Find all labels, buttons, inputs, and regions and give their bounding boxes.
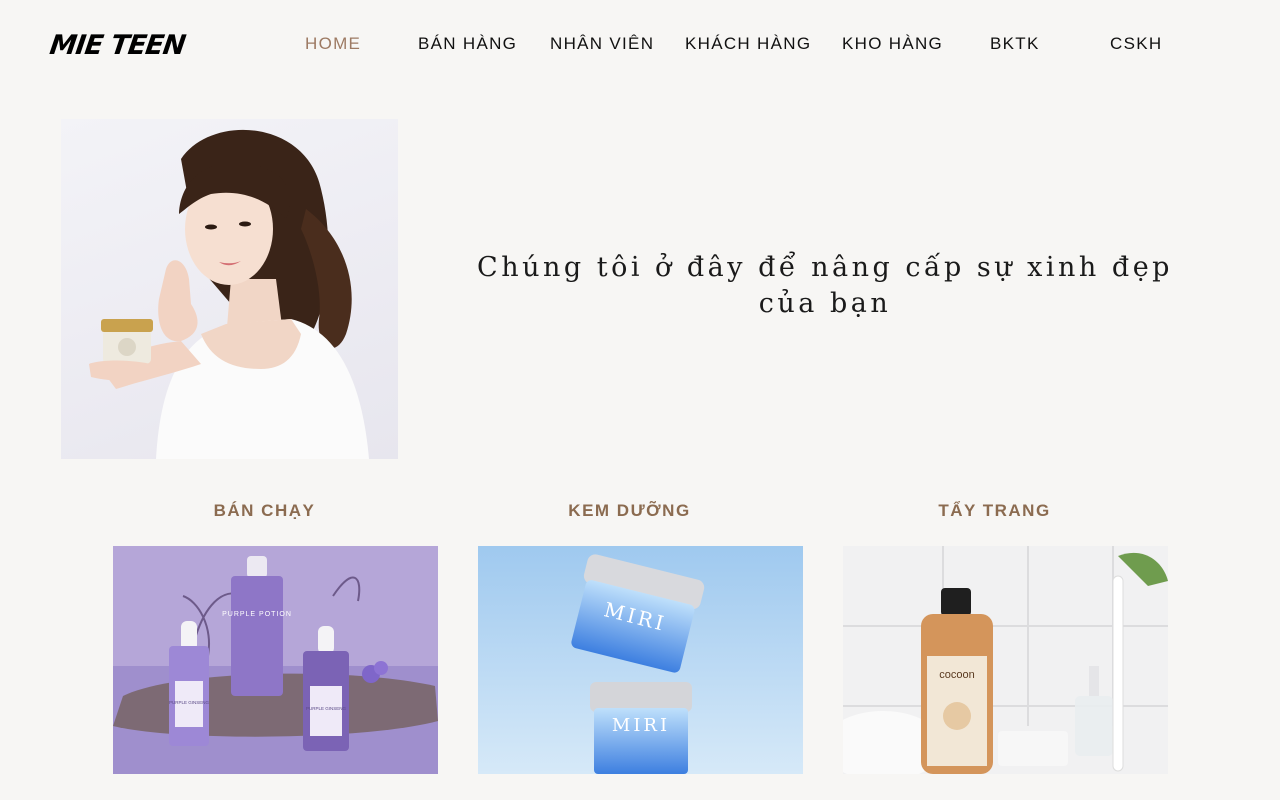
nav-kho-hang[interactable]: KHO HÀNG bbox=[842, 34, 943, 54]
category-image-kem-duong[interactable]: MIRI MIRI bbox=[478, 546, 803, 774]
nav-khach-hang[interactable]: KHÁCH HÀNG bbox=[685, 34, 811, 54]
category-title-tay-trang[interactable]: TẨY TRANG bbox=[832, 501, 1157, 521]
product-label-purple-ginseng-2: PURPLE GINSENG bbox=[306, 706, 347, 711]
nav-bktk[interactable]: BKTK bbox=[990, 34, 1040, 54]
hero-tagline-line1: Chúng tôi ở đây để nâng cấp sự xinh đẹp bbox=[477, 252, 1173, 283]
product-label-purple-potion: PURPLE POTION bbox=[222, 611, 292, 618]
category-title-kem-duong[interactable]: KEM DƯỠNG bbox=[467, 501, 792, 521]
nav-home[interactable]: HOME bbox=[305, 34, 361, 54]
category-image-ban-chay[interactable]: PURPLE POTION PURPLE GINSENG PURPLE GINS… bbox=[113, 546, 438, 774]
site-logo[interactable]: MIE TEEN bbox=[48, 30, 187, 61]
hero-model-photo bbox=[61, 119, 398, 459]
hero-tagline: Chúng tôi ở đây để nâng cấp sự xinh đẹp … bbox=[470, 250, 1180, 322]
product-label-miri-bottom: MIRI bbox=[612, 715, 670, 736]
nav-cskh[interactable]: CSKH bbox=[1110, 34, 1162, 54]
nav-nhan-vien[interactable]: NHÂN VIÊN bbox=[550, 34, 654, 54]
category-title-ban-chay[interactable]: BÁN CHẠY bbox=[102, 501, 427, 521]
product-label-purple-ginseng-1: PURPLE GINSENG bbox=[169, 700, 210, 705]
nav-ban-hang[interactable]: BÁN HÀNG bbox=[418, 34, 517, 54]
hero-tagline-line2: của bạn bbox=[758, 288, 892, 319]
product-label-cocoon: cocoon bbox=[939, 669, 974, 681]
category-image-tay-trang[interactable]: cocoon bbox=[843, 546, 1168, 774]
